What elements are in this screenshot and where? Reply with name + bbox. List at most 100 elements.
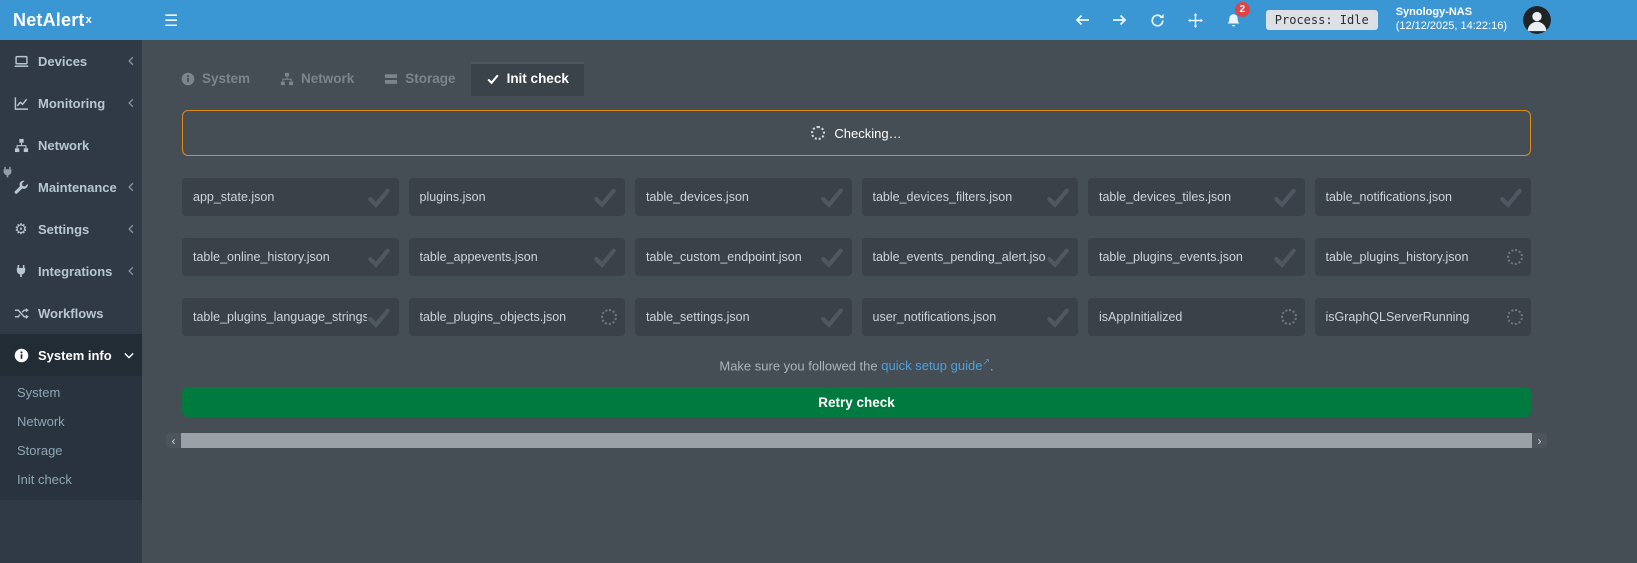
checking-alert: Checking… xyxy=(182,110,1531,156)
sidebar-item-label: Settings xyxy=(38,222,128,237)
init-check-grid: app_state.json plugins.json table_devices.… xyxy=(182,178,1531,336)
init-check-card-label: table_plugins_history.json xyxy=(1326,250,1508,264)
init-check-card-label: user_notifications.json xyxy=(873,310,1047,324)
quick-setup-guide-link[interactable]: quick setup guide↗ xyxy=(881,358,990,373)
init-check-card: table_plugins_events.json xyxy=(1088,238,1305,276)
gear-icon: ⚙ xyxy=(12,222,30,237)
tab-label: Network xyxy=(301,71,354,86)
init-check-card-label: table_plugins_language_strings.json xyxy=(193,310,367,324)
wrench-icon xyxy=(12,180,30,195)
init-check-card-label: isAppInitialized xyxy=(1099,310,1281,324)
scroll-left-button[interactable]: ‹ xyxy=(166,433,181,448)
init-check-card: plugins.json xyxy=(409,178,626,216)
init-check-card-label: table_appevents.json xyxy=(420,250,594,264)
check-icon xyxy=(593,185,617,209)
external-link-icon: ↗ xyxy=(982,358,990,368)
tab-init-check[interactable]: Init check xyxy=(471,62,584,96)
check-icon xyxy=(1046,305,1070,329)
tab-label: System xyxy=(202,71,250,86)
init-check-card: app_state.json xyxy=(182,178,399,216)
submenu-item-storage[interactable]: Storage xyxy=(0,436,142,465)
guide-link-text: quick setup guide xyxy=(881,358,982,373)
chevron-left-icon xyxy=(128,182,134,192)
sidebar-item-settings[interactable]: ⚙ Settings xyxy=(0,208,142,250)
setup-guide-text: Make sure you followed the quick setup g… xyxy=(182,358,1531,373)
init-check-card: user_notifications.json xyxy=(862,298,1079,336)
tab-storage[interactable]: Storage xyxy=(369,62,470,96)
notifications-bell-icon[interactable]: 2 xyxy=(1222,8,1246,32)
refresh-icon[interactable] xyxy=(1146,8,1170,32)
spinner-icon xyxy=(1507,309,1523,325)
user-avatar[interactable] xyxy=(1523,6,1551,34)
back-arrow-icon[interactable] xyxy=(1070,8,1094,32)
sidebar-item-devices[interactable]: Devices xyxy=(0,40,142,82)
device-info: Synology-NAS (12/12/2025, 14:22:16) xyxy=(1396,6,1507,34)
init-check-card: table_plugins_history.json xyxy=(1315,238,1532,276)
check-icon xyxy=(593,245,617,269)
sidebar-item-label: Maintenance xyxy=(38,180,128,195)
init-check-card-label: table_custom_endpoint.json xyxy=(646,250,820,264)
init-check-card: table_devices_tiles.json xyxy=(1088,178,1305,216)
sidebar-item-integrations[interactable]: Integrations xyxy=(0,250,142,292)
check-icon xyxy=(820,185,844,209)
app-logo[interactable]: NetAlertx xyxy=(0,0,142,40)
info-icon xyxy=(181,72,195,86)
init-check-card: table_custom_endpoint.json xyxy=(635,238,852,276)
init-check-card-label: table_online_history.json xyxy=(193,250,367,264)
shuffle-icon xyxy=(12,306,30,321)
check-icon xyxy=(1273,185,1297,209)
chevron-left-icon xyxy=(128,98,134,108)
submenu-item-system[interactable]: System xyxy=(0,378,142,407)
check-icon xyxy=(1273,245,1297,269)
init-check-card: table_plugins_objects.json xyxy=(409,298,626,336)
app-window: NetAlertx ☰ 2 Process: Idle Sy xyxy=(0,0,1637,563)
init-check-card-label: table_devices_tiles.json xyxy=(1099,190,1273,204)
init-check-card: isGraphQLServerRunning xyxy=(1315,298,1532,336)
sidebar-item-system-info[interactable]: System info xyxy=(0,334,142,376)
scroll-right-button[interactable]: › xyxy=(1532,433,1547,448)
sidebar-item-label: Monitoring xyxy=(38,96,128,111)
init-check-card: table_devices_filters.json xyxy=(862,178,1079,216)
init-check-card: table_notifications.json xyxy=(1315,178,1532,216)
check-icon xyxy=(820,305,844,329)
sidebar-item-label: Network xyxy=(38,138,134,153)
spinner-icon xyxy=(1281,309,1297,325)
app-logo-text: NetAlert xyxy=(13,10,85,31)
horizontal-scrollbar[interactable]: ‹ › xyxy=(166,433,1547,448)
sidebar-item-network[interactable]: Network xyxy=(0,124,142,166)
laptop-icon xyxy=(12,54,30,69)
app-logo-sup: x xyxy=(86,14,92,26)
system-info-submenu: System Network Storage Init check xyxy=(0,376,142,500)
check-icon xyxy=(820,245,844,269)
sitemap-icon xyxy=(280,72,294,86)
sidebar-item-workflows[interactable]: Workflows xyxy=(0,292,142,334)
check-icon xyxy=(1046,245,1070,269)
check-icon xyxy=(486,72,500,86)
sidebar-item-label: System info xyxy=(38,348,124,363)
notifications-count-badge: 2 xyxy=(1235,2,1250,17)
sidebar-item-label: Workflows xyxy=(38,306,134,321)
sidebar-item-maintenance[interactable]: Maintenance xyxy=(0,166,142,208)
guide-text-prefix: Make sure you followed the xyxy=(719,358,881,373)
scrollbar-track[interactable] xyxy=(181,433,1532,448)
init-check-card-label: app_state.json xyxy=(193,190,367,204)
forward-arrow-icon[interactable] xyxy=(1108,8,1132,32)
tab-network[interactable]: Network xyxy=(265,62,369,96)
tab-system[interactable]: System xyxy=(166,62,265,96)
sidebar-item-monitoring[interactable]: Monitoring xyxy=(0,82,142,124)
move-arrows-icon[interactable] xyxy=(1184,8,1208,32)
chart-icon xyxy=(12,96,30,111)
retry-check-button[interactable]: Retry check xyxy=(182,387,1531,417)
init-check-card-label: table_devices.json xyxy=(646,190,820,204)
submenu-item-network[interactable]: Network xyxy=(0,407,142,436)
checking-status-text: Checking… xyxy=(834,126,901,141)
info-icon xyxy=(12,348,30,363)
plug-icon xyxy=(12,264,30,278)
init-check-card-label: table_plugins_objects.json xyxy=(420,310,602,324)
sitemap-icon xyxy=(12,138,30,153)
init-check-card: table_settings.json xyxy=(635,298,852,336)
hamburger-menu-icon[interactable]: ☰ xyxy=(156,7,186,34)
submenu-item-init-check[interactable]: Init check xyxy=(0,465,142,494)
main-content: System Network Storage xyxy=(142,40,1637,563)
sidebar-item-label: Devices xyxy=(38,54,128,69)
